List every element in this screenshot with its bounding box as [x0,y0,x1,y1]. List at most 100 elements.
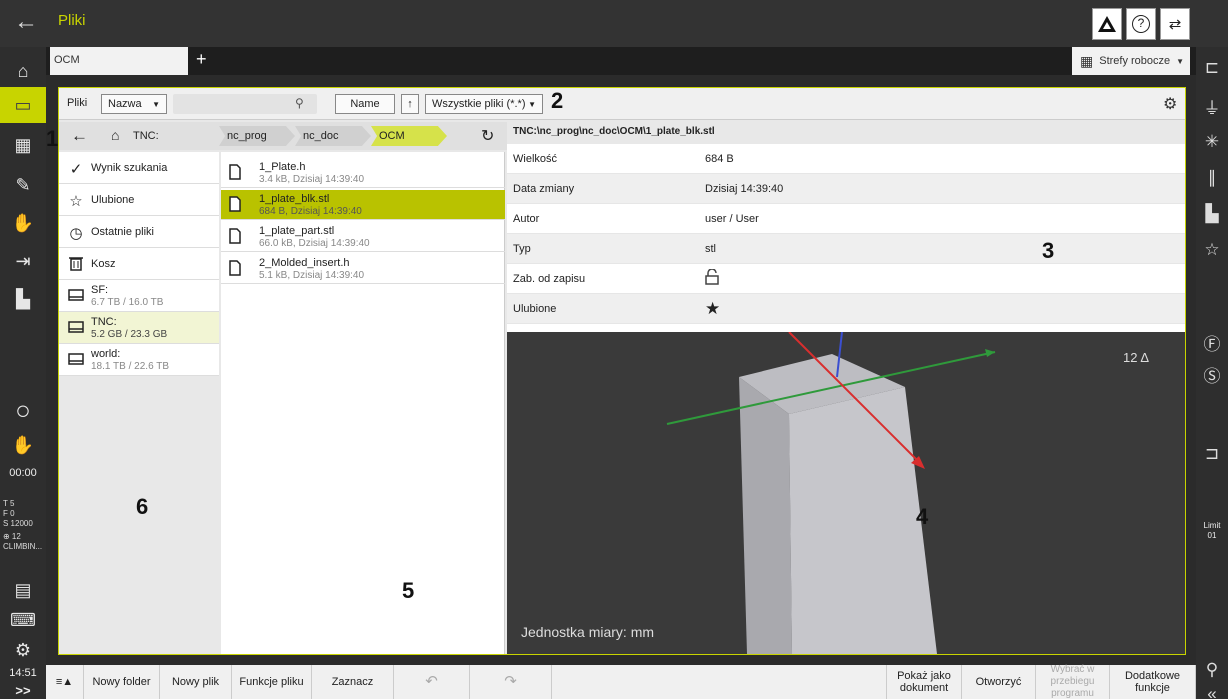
prop-value: stl [705,243,716,255]
drive-icon [67,352,85,369]
file-row-selected[interactable]: 1_plate_blk.stl 684 B, Dzisiaj 14:39:40 [221,190,505,220]
status-tool: ⊕ 12 [3,532,21,541]
file-list: 1_Plate.h 3.4 kB, Dzisiaj 14:39:40 1_pla… [221,152,505,654]
nav-drive-sf[interactable]: SF: 6.7 TB / 16.0 TB [59,280,219,312]
select-button[interactable]: Zaznacz [312,665,394,699]
prop-size: Wielkość 684 B [507,144,1185,174]
machine-side-icon[interactable]: ▙ [1196,199,1228,229]
help-icon[interactable]: ? [1126,8,1156,40]
redo-icon[interactable]: ↷ [470,665,552,699]
name-button[interactable]: Name [335,94,395,114]
prop-key: Data zmiany [513,183,575,195]
3d-preview[interactable]: 12 Δ Jednostka miary: mm [507,332,1185,654]
home-icon[interactable]: ⌂ [0,53,46,89]
limit-label: Limit [1203,521,1221,530]
sort-direction-button[interactable]: ↑ [401,94,419,114]
star-icon: ☆ [69,193,83,210]
select-in-run-button[interactable]: Wybrać w przebiegu programu [1036,664,1110,699]
chevron-down-icon: ▼ [1176,56,1185,66]
nav-recent[interactable]: ◷ Ostatnie pliki [59,216,219,248]
coolant-icon[interactable]: ✳ [1196,127,1228,157]
new-file-button[interactable]: Nowy plik [160,665,232,699]
chevron-down-icon: ▼ [528,99,536,109]
edit-file-icon[interactable]: ✎ [0,167,46,203]
breadcrumb-nc-doc[interactable]: nc_doc [295,126,371,146]
settings-icon[interactable]: ⚙ [0,632,46,668]
prop-key: Ulubione [513,303,557,315]
show-as-document-button[interactable]: Pokaż jako dokument [886,665,962,699]
spindle-override-icon[interactable]: Ⓢ [1196,359,1228,389]
back-icon[interactable]: ← [71,126,88,146]
table-icon[interactable]: ▦ [0,127,46,163]
filter-select-value: Wszystkie pliki (*.*) [432,98,526,110]
status-strategy: CLIMBIN... [3,542,43,551]
app-title: Pliki [58,12,86,29]
file-path: TNC:\nc_prog\nc_doc\OCM\1_plate_blk.stl [507,122,1185,144]
ocm-warning-icon[interactable] [1092,8,1122,40]
file-row[interactable]: 1_Plate.h 3.4 kB, Dzisiaj 14:39:40 [221,158,505,188]
refresh-icon[interactable]: ↻ [481,126,494,146]
file-name: 1_plate_part.stl [259,225,335,237]
breadcrumb-nc-prog[interactable]: nc_prog [219,126,295,146]
undo-icon[interactable]: ↶ [394,665,470,699]
nav-label: SF: [91,284,109,296]
right-rail: ⊏ ⏚ ✳ ∥ ▙ ☆ Ⓕ Ⓢ ⊐ Limit 01 ⚲ « [1196,47,1228,699]
add-tab-button[interactable]: + [196,49,207,70]
breadcrumb: ← ⌂ TNC: nc_prog nc_doc OCM ↻ [59,122,507,150]
unlock-icon[interactable] [705,268,719,288]
nav-label: TNC: [91,316,117,328]
door-icon[interactable]: ⊐ [1196,439,1228,469]
hand-status-icon: ✋ [11,434,35,455]
nav-search-results[interactable]: ✓ Wynik szukania [59,152,219,184]
back-arrow-icon[interactable]: ← [14,8,38,36]
nav-drive-tnc[interactable]: TNC: 5.2 GB / 23.3 GB [59,312,219,344]
menu-toggle-button[interactable]: ≡▲ [46,665,84,699]
battery-icon[interactable]: ⊏ [1196,53,1228,83]
status-s: S 12000 [3,519,33,528]
filter-select[interactable]: Wszystkie pliki (*.*) ▼ [425,94,543,114]
file-icon [229,228,241,249]
search-icon[interactable]: ⚲ [295,96,304,110]
file-row[interactable]: 1_plate_part.stl 66.0 kB, Dzisiaj 14:39:… [221,222,505,252]
breadcrumb-tnc[interactable]: TNC: [125,126,213,146]
plug-icon[interactable]: ⏚ [1196,91,1228,121]
open-button[interactable]: Otworzyć [962,665,1036,699]
home-icon[interactable]: ⌂ [111,127,119,143]
settings-gear-icon[interactable]: ⚙ [1163,94,1177,114]
status-f: F 0 [3,509,15,518]
sort-select[interactable]: Nazwa ▼ [101,94,167,114]
file-name: 1_plate_blk.stl [259,193,330,205]
nav-trash[interactable]: Kosz [59,248,219,280]
prop-key: Autor [513,213,540,225]
axis-icon[interactable]: ∥ [1196,163,1228,193]
star-filled-icon[interactable]: ★ [705,299,720,319]
prop-value: 684 B [705,153,734,165]
nav-drive-world[interactable]: world: 18.1 TB / 22.6 TB [59,344,219,376]
workzones-dropdown[interactable]: ▦ Strefy robocze ▼ [1072,47,1190,75]
file-functions-button[interactable]: Funkcje pliku [232,665,312,699]
folder-icon[interactable]: ▭ [0,87,46,123]
tab-ocm[interactable]: OCM [50,47,188,75]
drive-icon [67,320,85,337]
switch-icon[interactable]: ⇄ [1160,8,1190,40]
hand-icon[interactable]: ✋ [0,205,46,241]
nav-label: Ostatnie pliki [91,226,154,238]
file-row[interactable]: 2_Molded_insert.h 5.1 kB, Dzisiaj 14:39:… [221,254,505,284]
callout-3: 3 [1042,238,1055,263]
location-list: ✓ Wynik szukania ☆ Ulubione ◷ Ostatnie p… [59,152,219,654]
collapse-right-button[interactable]: « [1196,679,1228,699]
triangle-count: 12 Δ [1123,350,1150,365]
3d-model [666,332,996,654]
expand-button[interactable]: >> [0,683,46,698]
feed-override-icon[interactable]: Ⓕ [1196,327,1228,357]
file-icon [229,196,241,217]
nav-favorites[interactable]: ☆ Ulubione [59,184,219,216]
additional-functions-button[interactable]: Dodatkowe funkcje [1110,665,1196,699]
breadcrumb-ocm[interactable]: OCM [371,126,447,146]
new-folder-button[interactable]: Nowy folder [84,665,160,699]
run-icon[interactable]: ⇥ [0,243,46,279]
app-window: ← Pliki ? ⇄ ⌂ ▭ ▦ ✎ ✋ ⇥ ▙ ○ ✋ 00:00 T 5 … [0,0,1228,699]
favorite-icon[interactable]: ☆ [1196,235,1228,265]
file-manager-panel: Pliki Nazwa ▼ ⚲ Name ↑ Wszystkie pliki (… [58,87,1186,655]
machine-icon[interactable]: ▙ [0,281,46,317]
